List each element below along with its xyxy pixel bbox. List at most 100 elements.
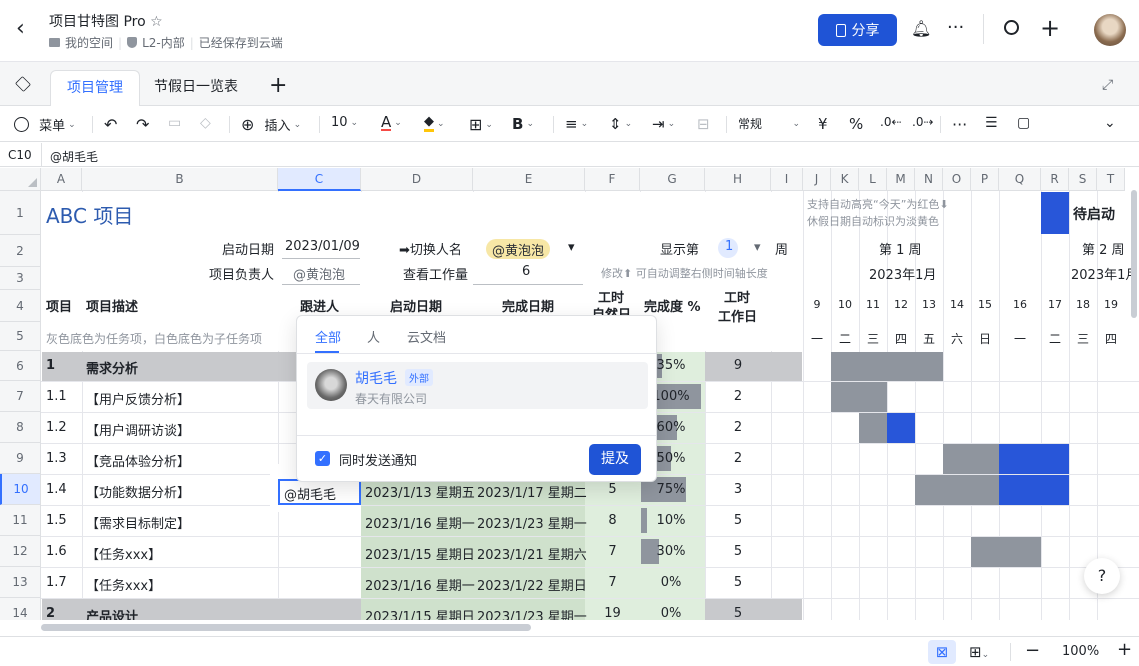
tab-project-management[interactable]: 项目管理 bbox=[50, 70, 140, 106]
column-header-t[interactable]: T bbox=[1097, 168, 1125, 191]
tab-holidays[interactable]: 节假日一览表 bbox=[138, 70, 254, 106]
task-id[interactable]: 1.6 bbox=[46, 544, 67, 559]
task-end[interactable]: 2023/1/22 星期日 bbox=[477, 575, 587, 594]
task-natural-days[interactable]: 8 bbox=[585, 513, 640, 528]
more-icon[interactable]: ··· bbox=[947, 17, 964, 38]
task-id[interactable]: 1.2 bbox=[46, 420, 67, 435]
task-desc[interactable]: 【任务xxx】 bbox=[86, 544, 161, 563]
task-progress[interactable]: 75% bbox=[641, 482, 701, 497]
task-end[interactable]: 2023/1/21 星期六 bbox=[477, 544, 587, 563]
fill-color-button[interactable]: ◆ ⌄ bbox=[424, 115, 445, 132]
column-header-d[interactable]: D bbox=[361, 168, 473, 191]
column-header-i[interactable]: I bbox=[771, 168, 803, 191]
formula-input[interactable]: @胡毛毛 bbox=[50, 148, 98, 165]
expand-icon[interactable]: ⤢ bbox=[1102, 77, 1113, 93]
task-work-days[interactable]: 5 bbox=[705, 575, 771, 590]
star-icon[interactable]: ☆ bbox=[150, 14, 163, 30]
row-header-9[interactable]: 9 bbox=[0, 443, 41, 474]
avatar[interactable] bbox=[1094, 14, 1126, 46]
task-id[interactable]: 2 bbox=[46, 606, 55, 621]
task-start[interactable]: 2023/1/15 星期日 bbox=[365, 606, 475, 621]
task-desc[interactable]: 【任务xxx】 bbox=[86, 575, 161, 594]
zoom-in-icon[interactable]: + bbox=[1117, 639, 1132, 660]
bold-button[interactable]: B ⌄ bbox=[512, 115, 534, 133]
bell-icon[interactable]: 🔔︎ bbox=[911, 19, 931, 38]
search-icon[interactable] bbox=[1004, 20, 1019, 35]
row-header-6[interactable]: 6 bbox=[0, 351, 41, 381]
task-natural-days[interactable]: 7 bbox=[585, 544, 640, 559]
doc-title[interactable]: 项目甘特图 Pro ☆ bbox=[49, 11, 163, 31]
mention-user-item[interactable]: 胡毛毛 外部 春天有限公司 bbox=[307, 362, 648, 409]
task-natural-days[interactable]: 5 bbox=[585, 482, 640, 497]
row-header-4[interactable]: 4 bbox=[0, 290, 41, 322]
vertical-scrollbar[interactable] bbox=[1131, 190, 1137, 318]
task-start[interactable]: 2023/1/16 星期一 bbox=[365, 513, 475, 532]
border-button[interactable]: ⊞ ⌄ bbox=[469, 115, 493, 134]
add-icon[interactable]: + bbox=[1040, 13, 1060, 43]
column-header-k[interactable]: K bbox=[831, 168, 859, 191]
workload-value[interactable]: 6 bbox=[522, 264, 530, 279]
task-natural-days[interactable]: 7 bbox=[585, 575, 640, 590]
popup-tab-all[interactable]: 全部 bbox=[315, 327, 341, 346]
zoom-level[interactable]: 100% bbox=[1062, 644, 1099, 659]
task-work-days[interactable]: 5 bbox=[705, 544, 771, 559]
task-end[interactable]: 2023/1/23 星期一 bbox=[477, 606, 587, 621]
wrap-button[interactable]: ⇥ ⌄ bbox=[652, 115, 675, 133]
redo-icon[interactable]: ↷ bbox=[136, 115, 149, 134]
increase-decimal-icon[interactable]: .0⇢ bbox=[912, 115, 934, 129]
select-all-corner[interactable] bbox=[0, 168, 41, 191]
layers-icon[interactable] bbox=[15, 76, 31, 92]
active-cell-editor[interactable]: @胡毛毛 bbox=[278, 479, 361, 505]
popup-tab-docs[interactable]: 云文档 bbox=[407, 327, 446, 346]
column-header-s[interactable]: S bbox=[1069, 168, 1097, 191]
task-work-days[interactable]: 5 bbox=[705, 513, 771, 528]
cell-reference[interactable]: C10 bbox=[8, 148, 32, 162]
row-header-8[interactable]: 8 bbox=[0, 412, 41, 443]
row-header-7[interactable]: 7 bbox=[0, 381, 41, 412]
column-header-r[interactable]: R bbox=[1041, 168, 1069, 191]
task-desc[interactable]: 产品设计 bbox=[86, 606, 138, 621]
task-progress[interactable]: 0% bbox=[641, 606, 701, 621]
task-start[interactable]: 2023/1/15 星期日 bbox=[365, 544, 475, 563]
breadcrumb-space[interactable]: 我的空间 bbox=[65, 34, 113, 51]
column-header-j[interactable]: J bbox=[803, 168, 831, 191]
currency-button[interactable]: ¥ bbox=[818, 115, 828, 133]
gridlines-toggle-icon[interactable]: ⊠ bbox=[928, 640, 956, 664]
chevron-down-icon[interactable]: ▾ bbox=[754, 240, 761, 255]
switch-person-value[interactable]: @黄泡泡 bbox=[492, 240, 544, 259]
undo-icon[interactable]: ↶ bbox=[104, 115, 117, 134]
row-header-10[interactable]: 10 bbox=[0, 474, 41, 505]
show-week-value[interactable]: 1 bbox=[725, 239, 733, 254]
collapse-toolbar-icon[interactable]: ⌄ bbox=[1104, 115, 1116, 131]
horizontal-scrollbar[interactable] bbox=[41, 624, 531, 631]
text-color-button[interactable]: A ⌄ bbox=[381, 115, 402, 131]
freeze-icon[interactable]: ⊞⌄ bbox=[969, 643, 989, 661]
column-header-q[interactable]: Q bbox=[999, 168, 1041, 191]
share-button[interactable]: 分享 bbox=[818, 14, 897, 46]
comment-icon[interactable]: ▢ bbox=[1017, 115, 1030, 131]
column-header-a[interactable]: A bbox=[41, 168, 82, 191]
task-desc[interactable]: 【用户反馈分析】 bbox=[86, 389, 190, 408]
task-work-days[interactable]: 9 bbox=[705, 358, 771, 373]
task-work-days[interactable]: 3 bbox=[705, 482, 771, 497]
menu-button[interactable]: 菜单 ⌄ bbox=[14, 115, 76, 134]
find-icon[interactable]: ☰ bbox=[985, 115, 998, 131]
column-header-c[interactable]: C bbox=[278, 168, 361, 191]
column-header-g[interactable]: G bbox=[640, 168, 705, 191]
back-arrow-icon[interactable]: ‹ bbox=[16, 18, 25, 40]
column-header-l[interactable]: L bbox=[859, 168, 887, 191]
column-header-n[interactable]: N bbox=[915, 168, 943, 191]
row-header-3[interactable]: 3 bbox=[0, 267, 41, 290]
row-header-11[interactable]: 11 bbox=[0, 505, 41, 536]
task-desc[interactable]: 【竞品体验分析】 bbox=[86, 451, 190, 470]
eraser-icon[interactable]: ◇ bbox=[200, 115, 211, 131]
column-header-b[interactable]: B bbox=[82, 168, 278, 191]
owner-value[interactable]: @黄泡泡 bbox=[293, 264, 345, 283]
task-natural-days[interactable]: 19 bbox=[585, 606, 640, 621]
font-size-select[interactable]: 10 ⌄ bbox=[331, 115, 358, 130]
task-work-days[interactable]: 5 bbox=[705, 606, 771, 621]
task-work-days[interactable]: 2 bbox=[705, 451, 771, 466]
task-work-days[interactable]: 2 bbox=[705, 420, 771, 435]
mention-submit-button[interactable]: 提及 bbox=[589, 444, 641, 475]
align-button[interactable]: ≡ ⌄ bbox=[565, 115, 588, 133]
